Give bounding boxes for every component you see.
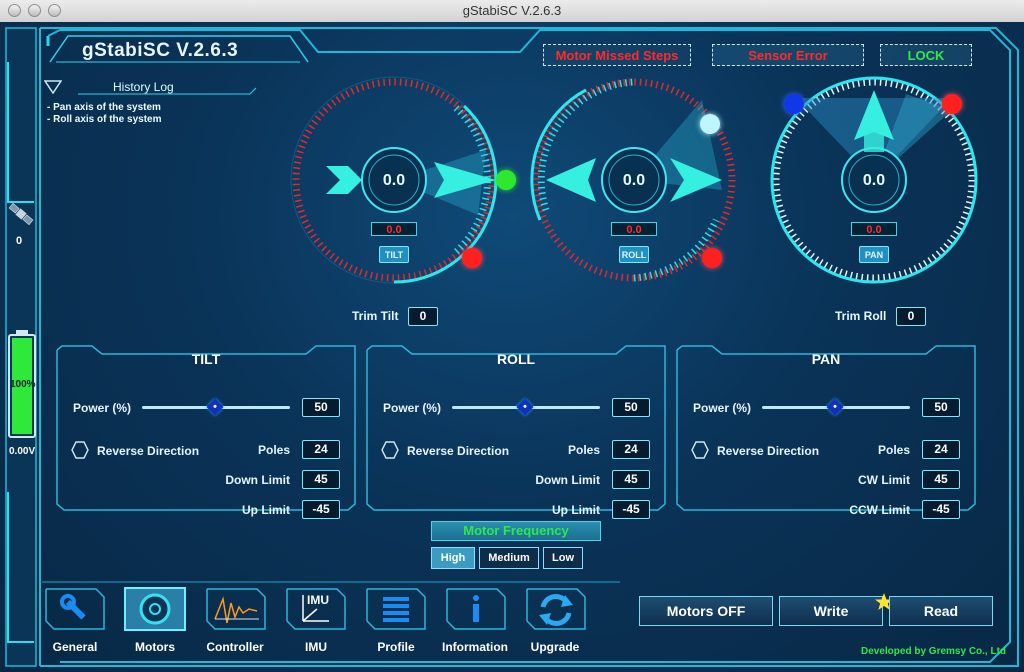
- satellite-icon: [8, 202, 34, 226]
- tilt-down-limit-input[interactable]: 45: [302, 470, 340, 489]
- tilt-power-input[interactable]: 50: [302, 398, 340, 417]
- tilt-down-limit-label: Down Limit: [225, 473, 290, 487]
- pan-ccw-limit-marker[interactable]: [784, 94, 804, 114]
- tilt-up-limit-input[interactable]: -45: [302, 500, 340, 519]
- sensor-error-indicator: Sensor Error: [712, 44, 864, 66]
- nav-imu-label: IMU: [305, 640, 327, 654]
- history-entry: - Roll axis of the system: [47, 114, 162, 125]
- frequency-low-button[interactable]: Low: [543, 547, 583, 569]
- window-titlebar: gStabiSC V.2.6.3: [0, 0, 1024, 23]
- write-button[interactable]: Write: [779, 596, 883, 626]
- footer-credit: Developed by Gremsy Co., Ltd: [861, 646, 1007, 657]
- voltage-readout: 0.00V: [9, 446, 36, 457]
- pan-tag: PAN: [859, 246, 889, 263]
- motor-missed-steps-indicator: Motor Missed Steps: [543, 44, 691, 66]
- info-icon: [446, 588, 506, 630]
- roll-tag: ROLL: [619, 246, 649, 263]
- pan-panel-title: PAN: [811, 351, 841, 367]
- tilt-power-label: Power (%): [73, 401, 132, 415]
- read-button[interactable]: Read: [889, 596, 993, 626]
- nav-profile-label: Profile: [377, 640, 415, 654]
- frequency-high-button[interactable]: High: [431, 547, 475, 569]
- roll-position-marker[interactable]: [700, 114, 720, 134]
- pan-cw-limit-input[interactable]: 45: [922, 470, 960, 489]
- pan-ccw-limit-input[interactable]: -45: [922, 500, 960, 519]
- nav-motors-button[interactable]: [124, 587, 186, 631]
- nav-imu-button[interactable]: IMU: [285, 587, 347, 631]
- roll-down-limit-label: Down Limit: [535, 473, 600, 487]
- motors-off-button[interactable]: Motors OFF: [639, 596, 773, 626]
- tilt-readout: 0.0: [371, 222, 417, 236]
- roll-readout: 0.0: [611, 222, 657, 236]
- roll-down-limit-input[interactable]: 45: [612, 470, 650, 489]
- nav-information-button[interactable]: [445, 587, 507, 631]
- nav-general-button[interactable]: [44, 587, 106, 631]
- pan-poles-input[interactable]: 24: [922, 440, 960, 459]
- roll-limit-marker[interactable]: [702, 248, 722, 268]
- roll-power-label: Power (%): [383, 401, 442, 415]
- trim-tilt-label: Trim Tilt: [352, 309, 399, 323]
- roll-angle-value: 0.0: [622, 172, 646, 189]
- roll-panel-title: ROLL: [496, 351, 536, 367]
- pan-power-input[interactable]: 50: [922, 398, 960, 417]
- tilt-up-limit-label: Up Limit: [242, 503, 290, 517]
- tilt-poles-input[interactable]: 24: [302, 440, 340, 459]
- tilt-poles-label: Poles: [257, 443, 290, 457]
- tilt-tag: TILT: [379, 246, 409, 263]
- roll-power-input[interactable]: 50: [612, 398, 650, 417]
- roll-panel: ROLL Power (%) 50 Reverse Direction Pole…: [366, 340, 666, 519]
- roll-up-limit-label: Up Limit: [552, 503, 600, 517]
- battery-percent: 100%: [10, 379, 36, 390]
- motor-icon: [124, 587, 186, 631]
- tilt-panel-title: TILT: [191, 351, 221, 367]
- nav-information-label: Information: [442, 640, 508, 654]
- tilt-reverse-hex-icon[interactable]: [71, 441, 89, 459]
- tilt-panel: TILT Power (%) 50 Reverse Direction Pole…: [56, 340, 356, 519]
- pan-ccw-limit-label: CCW Limit: [849, 503, 910, 517]
- wrench-icon: [45, 588, 105, 630]
- history-log-title: History Log: [113, 80, 174, 94]
- roll-reverse-hex-icon[interactable]: [381, 441, 399, 459]
- list-icon: [366, 588, 426, 630]
- roll-poles-input[interactable]: 24: [612, 440, 650, 459]
- sync-icon: [526, 588, 586, 630]
- pan-panel: PAN Power (%) 50 Reverse Direction Poles…: [676, 340, 976, 519]
- motor-frequency-title: Motor Frequency: [431, 521, 601, 541]
- pan-cw-limit-label: CW Limit: [858, 473, 910, 487]
- pan-power-label: Power (%): [693, 401, 752, 415]
- pan-angle-value: 0.0: [862, 172, 886, 189]
- satellite-count: 0: [16, 235, 23, 247]
- app-body: 0 100% 0.00V gStabiSC V.2.6.3 Motor Miss…: [0, 22, 1024, 672]
- nav-controller-button[interactable]: [205, 587, 267, 631]
- tilt-angle-value: 0.0: [382, 172, 406, 189]
- nav-upgrade-label: Upgrade: [530, 640, 580, 654]
- pan-cw-limit-marker[interactable]: [942, 94, 962, 114]
- trim-tilt-input[interactable]: 0: [408, 307, 438, 326]
- roll-poles-label: Poles: [567, 443, 600, 457]
- pan-poles-label: Poles: [877, 443, 910, 457]
- response-graph-icon: [206, 588, 266, 630]
- tilt-limit-marker[interactable]: [462, 248, 482, 268]
- nav-controller-label: Controller: [206, 640, 264, 654]
- nav-general-label: General: [52, 640, 98, 654]
- nav-upgrade-button[interactable]: [525, 587, 587, 631]
- lock-indicator: LOCK: [880, 44, 972, 66]
- nav-profile-button[interactable]: [365, 587, 427, 631]
- trim-roll-label: Trim Roll: [835, 309, 887, 323]
- window-title: gStabiSC V.2.6.3: [462, 3, 562, 18]
- frequency-medium-button[interactable]: Medium: [479, 547, 539, 569]
- roll-up-limit-input[interactable]: -45: [612, 500, 650, 519]
- app-title: gStabiSC V.2.6.3: [82, 40, 239, 61]
- nav-motors-label: Motors: [135, 640, 175, 654]
- battery-cap: [16, 330, 28, 334]
- pan-readout: 0.0: [851, 222, 897, 236]
- collapse-triangle-icon[interactable]: [44, 80, 62, 94]
- tilt-position-marker[interactable]: [496, 170, 516, 190]
- history-entry: - Pan axis of the system: [47, 102, 161, 113]
- trim-roll-input[interactable]: 0: [896, 307, 926, 326]
- imu-icon-text: IMU: [307, 593, 329, 607]
- pan-reverse-hex-icon[interactable]: [691, 441, 709, 459]
